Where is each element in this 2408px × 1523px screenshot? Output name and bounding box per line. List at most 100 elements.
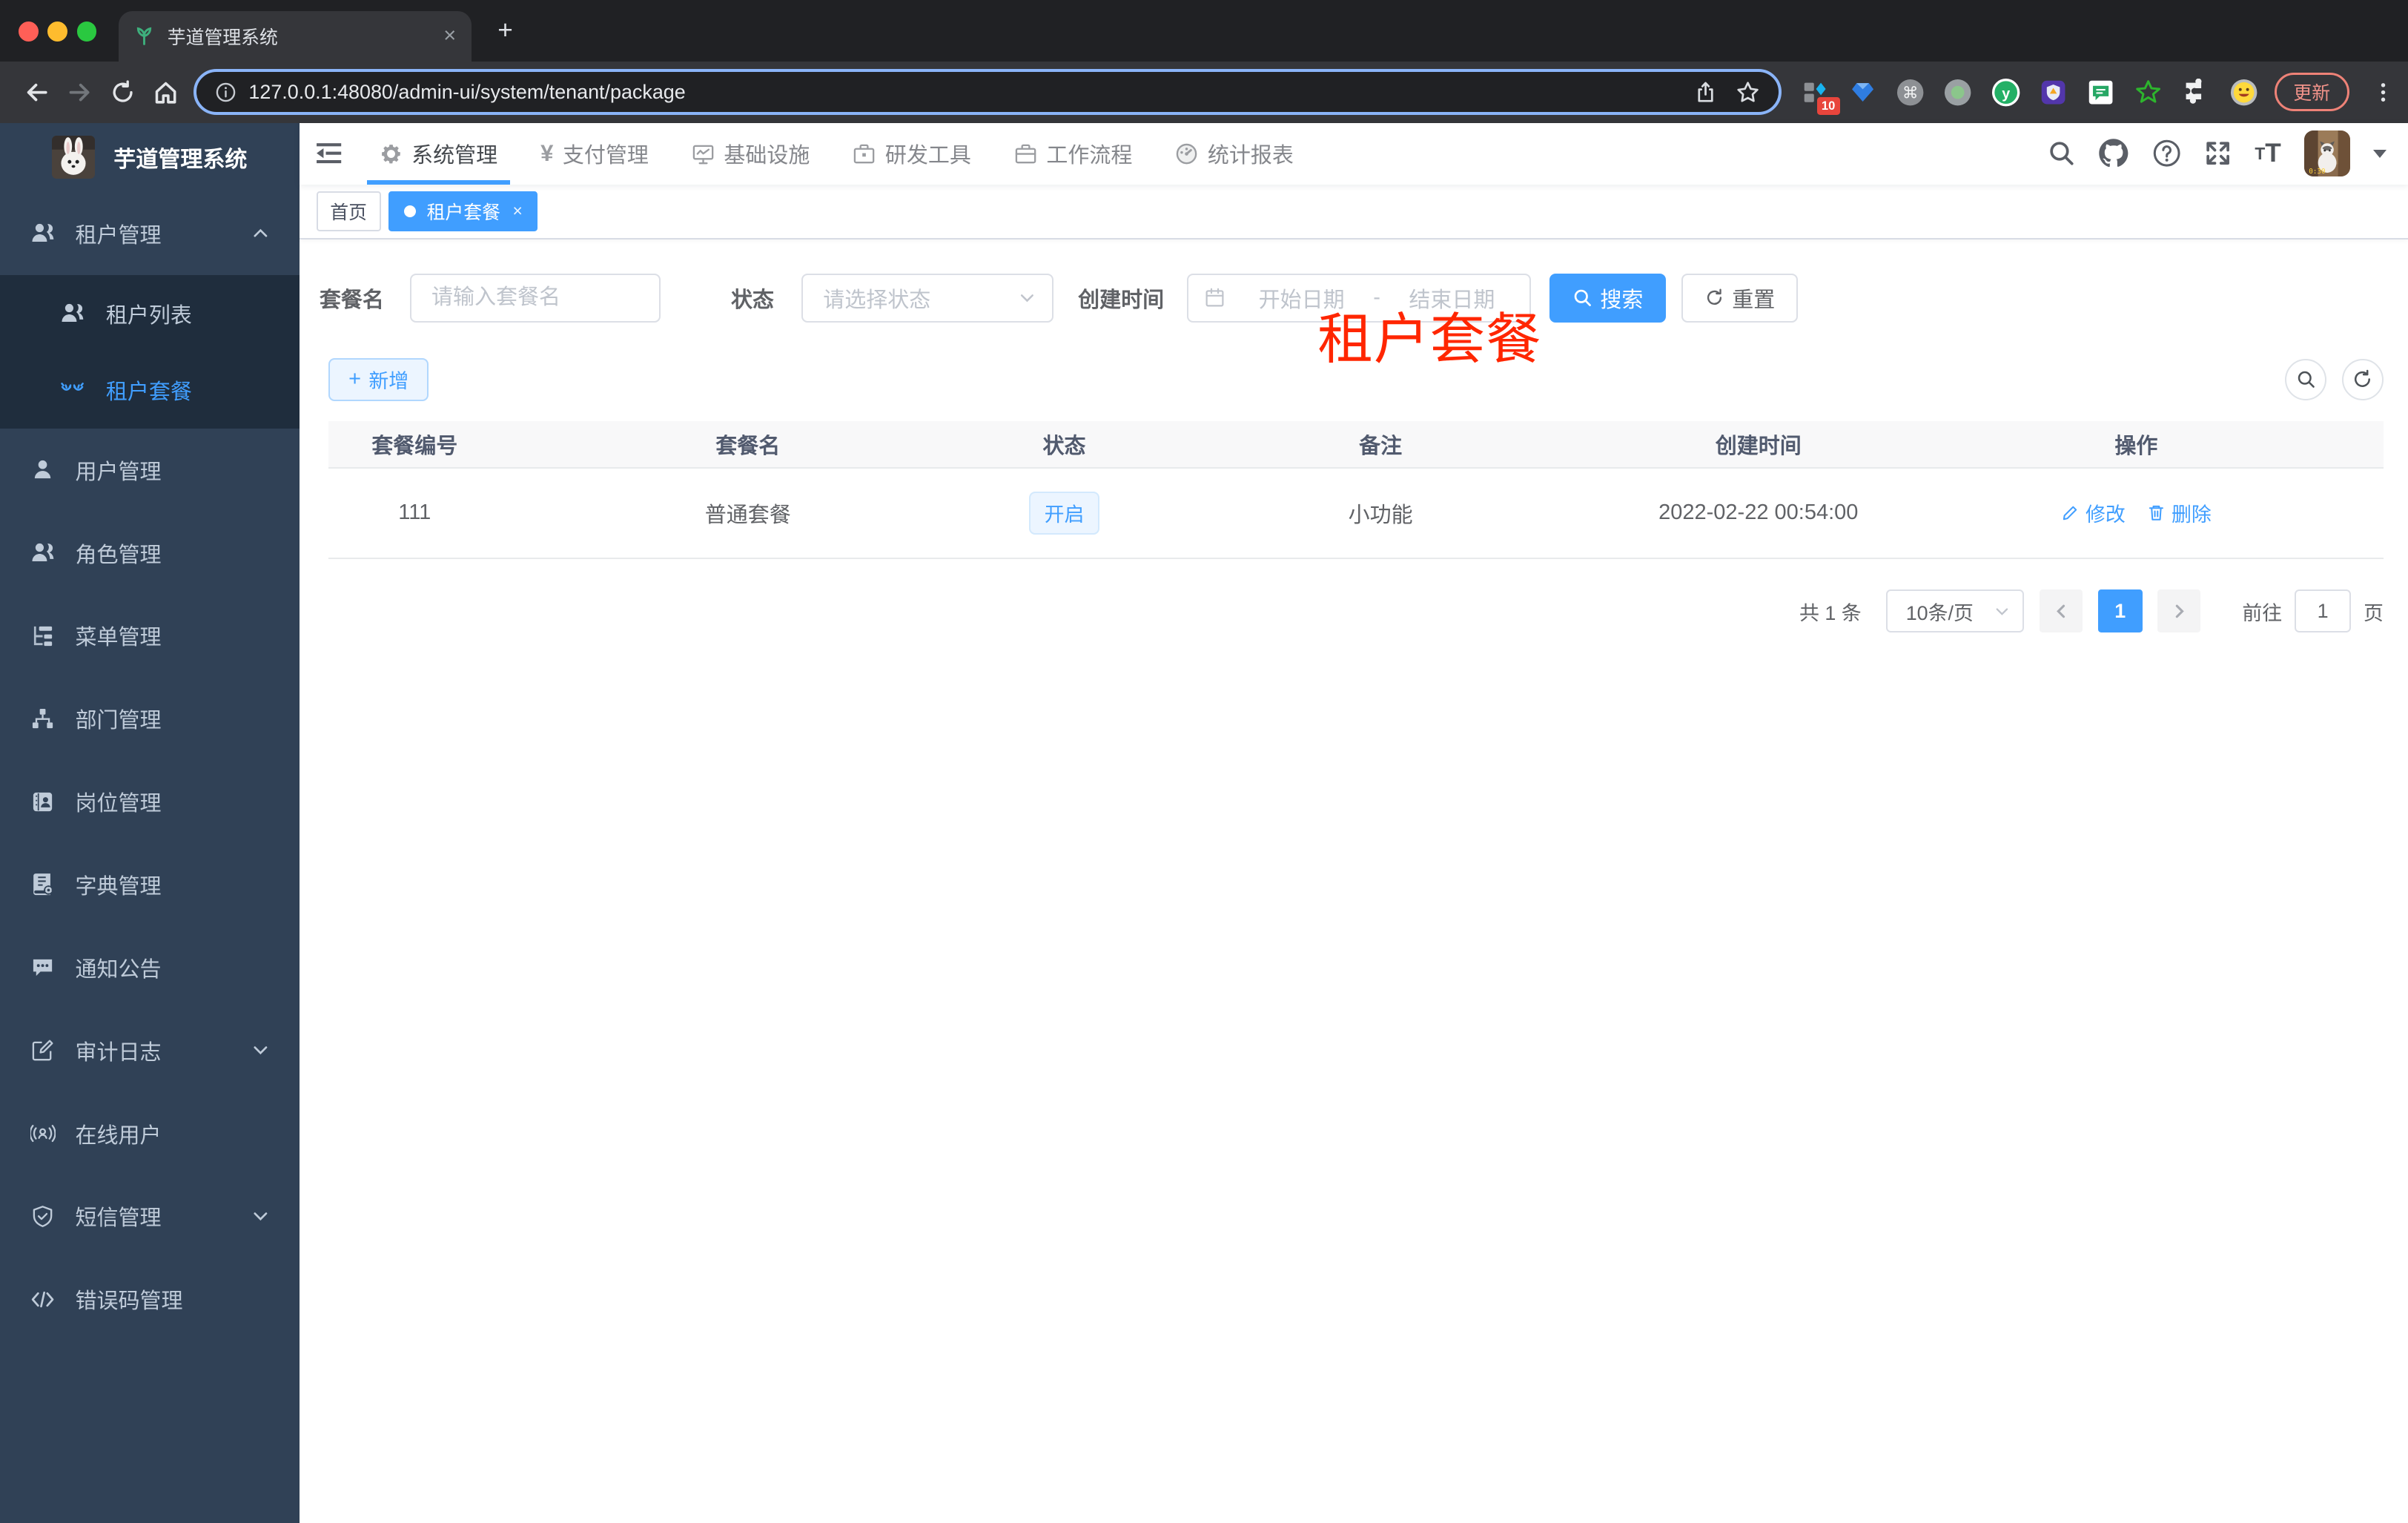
page-content: 套餐名 状态 请选择状态 创建时间 <box>299 239 2408 1523</box>
nav-item-system[interactable]: 系统管理 <box>358 123 520 185</box>
refresh-icon <box>1704 288 1724 308</box>
github-icon[interactable] <box>2098 138 2128 168</box>
sidebar-item-dept-management[interactable]: 部门管理 <box>0 677 300 760</box>
minimize-window-button[interactable] <box>47 22 68 42</box>
emoji-extension-icon[interactable] <box>2229 77 2259 108</box>
y-extension-icon[interactable]: y <box>1990 77 2020 108</box>
chat-extension-icon[interactable] <box>2086 77 2116 108</box>
sidebar-item-error-code[interactable]: 错误码管理 <box>0 1258 300 1341</box>
cell-id: 111 <box>398 500 431 525</box>
prev-page-button[interactable] <box>2039 589 2083 633</box>
page-size-select[interactable]: 10条/页 <box>1885 589 2025 633</box>
search-icon[interactable] <box>2048 139 2075 167</box>
chevron-down-icon <box>1994 603 2011 620</box>
next-page-button[interactable] <box>2157 589 2201 633</box>
sidebar-item-user-management[interactable]: 用户管理 <box>0 429 300 512</box>
svg-text:0:30: 0:30 <box>2309 168 2325 176</box>
reload-icon[interactable] <box>102 70 145 113</box>
zoom-window-button[interactable] <box>76 22 97 42</box>
sidebar-item-tenant-package[interactable]: 租户套餐 <box>0 351 300 429</box>
browser-menu-icon[interactable] <box>2361 70 2404 113</box>
col-header-remark: 备注 <box>1359 434 1403 458</box>
shield-extension-icon[interactable] <box>2038 77 2068 108</box>
extension-badge: 10 <box>1816 97 1840 116</box>
dict-book-icon <box>30 872 55 896</box>
sidebar-menu: 租户管理 租户列表 租户套餐 用户管理 角色管理 菜单管理 部门管理 岗位管理 … <box>0 192 300 1523</box>
gauge-icon <box>1175 142 1198 165</box>
share-icon[interactable] <box>1694 81 1717 104</box>
new-tab-button[interactable]: + <box>489 14 523 48</box>
font-size-icon[interactable]: TT <box>2255 139 2280 168</box>
refresh-table-button[interactable] <box>2341 358 2384 400</box>
sidebar-item-tenant-list[interactable]: 租户列表 <box>0 274 300 352</box>
show-search-toggle-button[interactable] <box>2285 358 2327 400</box>
edit-link[interactable]: 修改 <box>2061 498 2126 527</box>
package-table: 套餐编号 套餐名 状态 备注 创建时间 操作 111 普通套餐 开启 小功能 2… <box>328 420 2384 559</box>
col-header-actions: 操作 <box>2114 434 2158 458</box>
fullscreen-icon[interactable] <box>2204 139 2232 167</box>
sidebar-logo-row[interactable]: 芋道管理系统 <box>0 123 300 192</box>
url-bar[interactable]: 127.0.0.1:48080/admin-ui/system/tenant/p… <box>193 69 1782 116</box>
tag-close-icon[interactable]: × <box>513 201 523 221</box>
shield-check-icon <box>30 1204 55 1229</box>
nav-item-dev-tools[interactable]: 研发工具 <box>831 123 993 185</box>
nav-item-workflow[interactable]: 工作流程 <box>993 123 1154 185</box>
status-select[interactable]: 请选择状态 <box>801 273 1054 323</box>
record-extension-icon[interactable] <box>1942 77 1973 108</box>
window-controls[interactable] <box>18 22 97 42</box>
sidebar-item-audit-log[interactable]: 审计日志 <box>0 1009 300 1092</box>
sidebar-item-role-management[interactable]: 角色管理 <box>0 512 300 595</box>
sidebar-item-tenant-management[interactable]: 租户管理 <box>0 192 300 275</box>
page-unit-label: 页 <box>2363 601 2384 624</box>
star-extension-icon[interactable] <box>2133 77 2163 108</box>
nav-item-payment[interactable]: ¥ 支付管理 <box>519 123 670 185</box>
post-badge-icon <box>30 790 55 814</box>
col-header-name: 套餐名 <box>715 434 781 458</box>
tabs-extension-icon[interactable]: 10 <box>1800 77 1840 116</box>
avatar[interactable]: 0:30 <box>2303 131 2350 177</box>
reset-button[interactable]: 重置 <box>1681 273 1799 323</box>
nav-item-reports[interactable]: 统计报表 <box>1154 123 1315 185</box>
col-header-created: 创建时间 <box>1715 434 1802 458</box>
close-window-button[interactable] <box>18 22 39 42</box>
nav-item-infra[interactable]: 基础设施 <box>670 123 832 185</box>
goto-page-input[interactable] <box>2294 589 2352 633</box>
home-icon[interactable] <box>145 70 188 113</box>
pagination-total: 共 1 条 <box>1799 601 1862 624</box>
search-button[interactable]: 搜索 <box>1549 273 1667 323</box>
main-area: 系统管理 ¥ 支付管理 基础设施 研发工具 工作流程 统计报表 T T 0:30… <box>299 122 2408 1523</box>
browser-toolbar: 127.0.0.1:48080/admin-ui/system/tenant/p… <box>0 61 2408 123</box>
site-info-icon[interactable] <box>215 82 236 103</box>
puzzle-extension-icon[interactable] <box>2180 77 2211 108</box>
tree-table-icon <box>30 624 55 648</box>
forward-arrow-icon[interactable] <box>59 70 102 113</box>
page-number-1[interactable]: 1 <box>2097 589 2143 633</box>
browser-update-button[interactable]: 更新 <box>2274 73 2349 112</box>
sidebar-item-notice[interactable]: 通知公告 <box>0 926 300 1009</box>
col-header-id: 套餐编号 <box>371 434 458 458</box>
bookmark-star-icon[interactable] <box>1736 80 1760 105</box>
sidebar-fold-icon[interactable] <box>300 123 358 185</box>
gem-extension-icon[interactable] <box>1848 77 1878 108</box>
command-extension-icon[interactable]: ⌘ <box>1895 77 1925 108</box>
browser-tab[interactable]: 芋道管理系统 × <box>118 10 472 62</box>
trash-icon <box>2147 503 2166 522</box>
delete-link[interactable]: 删除 <box>2147 498 2212 527</box>
sidebar-item-online-users[interactable]: 在线用户 <box>0 1092 300 1175</box>
add-button[interactable]: + 新增 <box>328 357 429 401</box>
tab-close-icon[interactable]: × <box>443 25 456 47</box>
back-arrow-icon[interactable] <box>16 70 59 113</box>
help-icon[interactable] <box>2152 139 2181 168</box>
tag-home[interactable]: 首页 <box>316 191 381 231</box>
caret-down-icon[interactable] <box>2373 149 2386 159</box>
sidebar-item-menu-management[interactable]: 菜单管理 <box>0 595 300 678</box>
favicon-plant-icon <box>133 25 155 47</box>
tag-tenant-package[interactable]: 租户套餐 × <box>388 191 538 231</box>
sidebar-item-post-management[interactable]: 岗位管理 <box>0 760 300 843</box>
sidebar-item-sms-management[interactable]: 短信管理 <box>0 1175 300 1258</box>
active-tag-dot <box>403 205 417 218</box>
sidebar-item-dict-management[interactable]: 字典管理 <box>0 843 300 926</box>
message-icon <box>30 955 55 979</box>
url-text[interactable]: 127.0.0.1:48080/admin-ui/system/tenant/p… <box>248 81 685 104</box>
package-name-input[interactable] <box>411 274 659 321</box>
